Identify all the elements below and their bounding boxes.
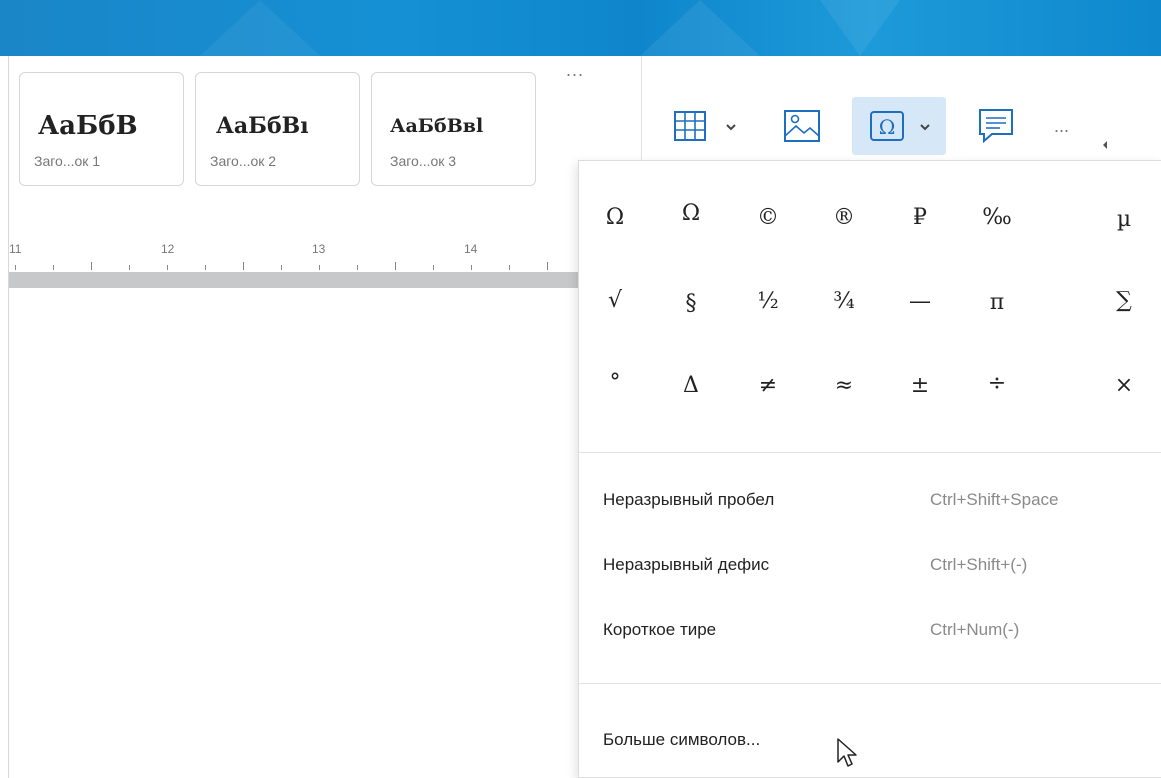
- image-icon: [784, 110, 820, 142]
- symbol-one-half[interactable]: ½: [743, 276, 793, 326]
- chevron-down-icon[interactable]: [724, 120, 738, 134]
- symbol-em-dash[interactable]: —: [895, 276, 945, 326]
- ruler-ticks: [9, 258, 579, 270]
- style-heading-1[interactable]: АаБбВ Заго...ок 1: [19, 72, 184, 186]
- title-bar: [0, 0, 1161, 56]
- insert-image-button[interactable]: [776, 100, 828, 152]
- scroll-left-icon[interactable]: [1101, 140, 1109, 150]
- symbol-not-equal[interactable]: ≠: [743, 360, 793, 410]
- comment-icon: [979, 109, 1013, 144]
- symbol-registered[interactable]: ®: [819, 192, 869, 242]
- horizontal-ruler: 11 12 13 14: [9, 236, 579, 288]
- ruler-track: [9, 272, 579, 288]
- ruler-number: 13: [312, 242, 326, 256]
- style-heading-3[interactable]: АаБбВвl Заго...ок 3: [371, 72, 536, 186]
- menu-item-label: Короткое тире: [603, 620, 717, 639]
- ruler-number: 12: [161, 242, 175, 256]
- symbol-micro[interactable]: µ: [1099, 194, 1149, 244]
- toolbar-more-button[interactable]: ...: [1054, 116, 1069, 137]
- mouse-cursor-icon: [837, 738, 857, 767]
- chevron-down-icon[interactable]: [918, 120, 932, 134]
- symbol-sum[interactable]: ∑: [1099, 275, 1149, 325]
- menu-item-shortcut: Ctrl+Num(-): [930, 620, 1020, 639]
- table-icon: [674, 111, 706, 141]
- symbol-pi[interactable]: π: [972, 277, 1022, 327]
- style-heading-2[interactable]: АаБбВı Заго...ок 2: [195, 72, 360, 186]
- menu-item-shortcut: Ctrl+Shift+(-): [930, 555, 1028, 574]
- symbol-omega[interactable]: Ω: [590, 192, 640, 242]
- ruler-number: 14: [464, 242, 478, 256]
- ruler-number: 11: [9, 242, 22, 256]
- menu-item-more-symbols[interactable]: Больше символов...: [579, 716, 1161, 768]
- menu-divider: [579, 683, 1161, 684]
- symbol-section[interactable]: §: [666, 278, 716, 328]
- symbol-multiply[interactable]: ×: [1099, 360, 1149, 410]
- style-sample: АаБбВı: [216, 113, 309, 139]
- menu-item-shortcut: Ctrl+Shift+Space: [930, 490, 1059, 509]
- symbol-divide[interactable]: ÷: [972, 358, 1022, 408]
- menu-item-label: Неразрывный дефис: [603, 555, 770, 574]
- symbol-ruble[interactable]: ₽: [895, 192, 945, 242]
- symbol-approx[interactable]: ≈: [819, 360, 869, 410]
- menu-item-nonbreaking-space[interactable]: Неразрывный пробел Ctrl+Shift+Space: [579, 476, 1161, 528]
- symbol-delta[interactable]: Δ: [666, 360, 716, 410]
- symbol-degree[interactable]: °: [590, 357, 640, 407]
- menu-item-nonbreaking-hyphen[interactable]: Неразрывный дефис Ctrl+Shift+(-): [579, 541, 1161, 593]
- insert-comment-button[interactable]: [970, 100, 1022, 152]
- menu-divider: [579, 452, 1161, 453]
- style-sample: АаБбВ: [38, 111, 138, 141]
- symbol-per-mille[interactable]: ‰: [972, 192, 1022, 242]
- symbol-square-root[interactable]: √: [590, 275, 640, 325]
- table-button[interactable]: [664, 100, 716, 152]
- symbol-copyright[interactable]: ©: [743, 192, 793, 242]
- style-name: Заго...ок 1: [34, 153, 101, 169]
- symbol-dropdown: Ω Ω © ® ₽ ‰ µ √ § ½ ¾ — π ∑ ° Δ ≠ ≈ ± ÷ …: [578, 160, 1161, 778]
- symbol-ohm[interactable]: Ω: [666, 188, 716, 238]
- style-sample: АаБбВвl: [390, 115, 484, 137]
- symbol-plus-minus[interactable]: ±: [895, 360, 945, 410]
- symbol-three-quarters[interactable]: ¾: [819, 276, 869, 326]
- styles-more-button[interactable]: ...: [566, 60, 584, 81]
- menu-item-label: Неразрывный пробел: [603, 490, 775, 509]
- style-name: Заго...ок 3: [390, 153, 457, 169]
- style-name: Заго...ок 2: [210, 153, 277, 169]
- menu-item-label: Больше символов...: [603, 730, 761, 749]
- svg-text:Ω: Ω: [879, 115, 896, 139]
- omega-icon: Ω: [870, 111, 904, 141]
- menu-item-en-dash[interactable]: Короткое тире Ctrl+Num(-): [579, 606, 1161, 658]
